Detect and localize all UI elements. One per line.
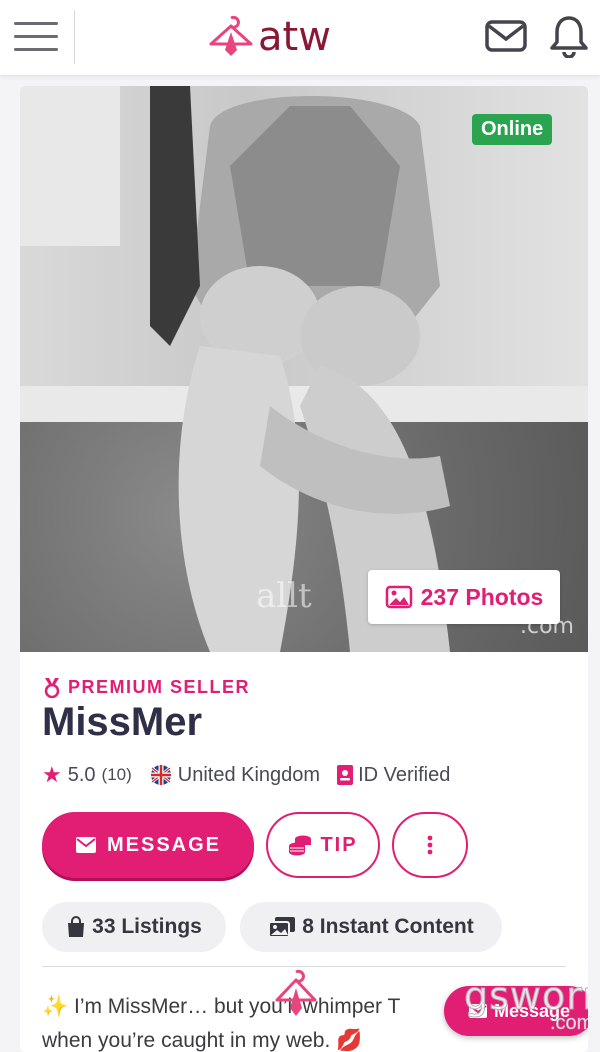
premium-seller-label: PREMIUM SELLER xyxy=(68,676,251,697)
star-icon: ★ xyxy=(42,762,62,787)
id-verified-label: ID Verified xyxy=(358,763,451,786)
bell-icon[interactable] xyxy=(548,14,590,59)
photos-count-label: 237 Photos xyxy=(420,583,544,610)
medal-icon xyxy=(44,678,60,698)
vertical-ellipsis-icon xyxy=(427,835,433,855)
rating-count[interactable]: (10) xyxy=(102,765,132,785)
more-options-button[interactable] xyxy=(392,812,468,878)
hamburger-menu-icon[interactable] xyxy=(14,18,60,56)
online-status-badge: Online xyxy=(472,114,553,145)
profile-card: Online allt .com 237 Photos PREMIUM SELL… xyxy=(20,86,588,1052)
tip-button[interactable]: TIP xyxy=(266,812,380,878)
hanger-watermark-icon xyxy=(275,969,317,1016)
tip-button-label: TIP xyxy=(320,833,358,856)
instant-content-pill[interactable]: 8 Instant Content xyxy=(240,902,502,952)
seller-meta-row: ★ 5.0 (10) United Kingdom ID Verified xyxy=(42,762,450,788)
photo-watermark: allt xyxy=(256,576,312,616)
rating-value: 5.0 xyxy=(67,763,96,786)
message-button-label: MESSAGE xyxy=(106,833,222,856)
photos-count-button[interactable]: 237 Photos xyxy=(368,570,560,624)
uk-flag-icon xyxy=(150,765,171,785)
photo-figure xyxy=(150,86,450,652)
seller-username: MissMer xyxy=(42,700,203,744)
header-divider xyxy=(74,10,75,64)
section-divider xyxy=(42,966,566,967)
site-logo[interactable]: atw xyxy=(208,10,331,64)
photo-curtain xyxy=(20,86,120,246)
listings-label: 33 Listings xyxy=(92,915,202,938)
hanger-logo-icon xyxy=(209,15,253,56)
top-navigation-bar: atw xyxy=(0,0,600,76)
shopping-bag-icon xyxy=(68,916,85,937)
envelope-icon xyxy=(75,837,96,853)
bio-line-2: when you’re caught in my web. 💋 xyxy=(42,1029,363,1052)
location-label: United Kingdom xyxy=(177,763,321,786)
listings-pill[interactable]: 33 Listings xyxy=(42,902,226,952)
message-button[interactable]: MESSAGE xyxy=(42,812,254,878)
instant-content-label: 8 Instant Content xyxy=(302,915,474,938)
image-gallery-icon xyxy=(385,585,412,609)
profile-photo[interactable]: Online allt .com 237 Photos xyxy=(20,86,588,652)
coins-icon xyxy=(289,835,312,856)
premium-seller-badge: PREMIUM SELLER xyxy=(42,676,250,698)
id-badge-icon xyxy=(337,765,354,785)
images-icon xyxy=(268,917,296,938)
logo-text: atw xyxy=(258,14,331,60)
brand-watermark-suffix: .com xyxy=(550,1012,588,1035)
seller-bio: ✨ I’m MissMer… but you’ll whimper T when… xyxy=(42,990,462,1052)
envelope-icon[interactable] xyxy=(484,18,528,54)
bio-line-1: ✨ I’m MissMer… but you’ll whimper T xyxy=(42,995,401,1018)
